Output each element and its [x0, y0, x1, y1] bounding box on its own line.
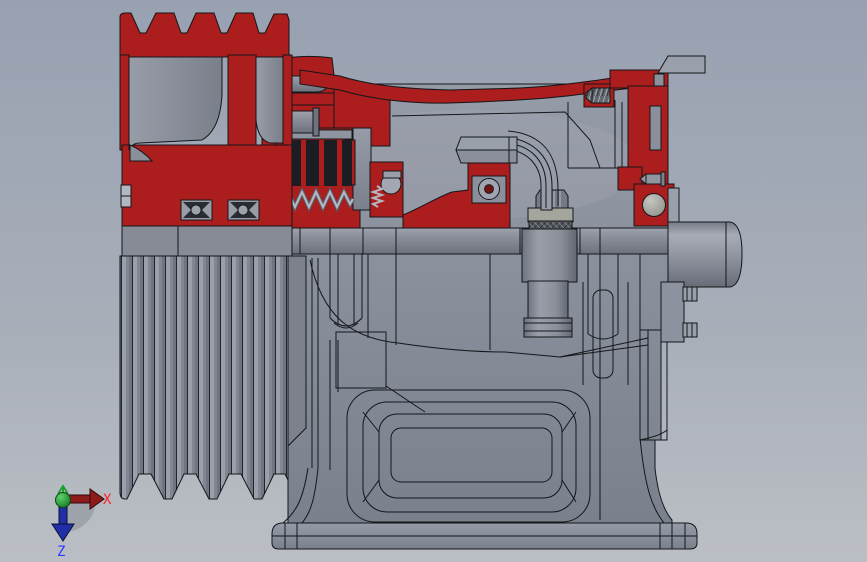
pulley-recess-left [128, 56, 223, 151]
output-shaft-body[interactable] [667, 221, 743, 288]
gear-bottom-flange[interactable] [523, 317, 573, 338]
ball-bearing-left[interactable] [180, 199, 213, 221]
pulley-left-rim[interactable] [119, 54, 130, 151]
bracket-pin-flange[interactable] [312, 107, 320, 137]
gear-cylinder-lower[interactable] [527, 280, 569, 320]
retainer-flange[interactable] [660, 281, 685, 343]
cad-viewport[interactable]: X Z [0, 0, 867, 562]
set-screw[interactable] [585, 86, 611, 105]
shaft-body[interactable] [289, 227, 673, 255]
fork-block-upper[interactable] [455, 136, 518, 151]
triad-x-label[interactable]: X [103, 492, 112, 508]
pulley-web-stem[interactable] [227, 54, 257, 152]
boss-notch [653, 73, 665, 87]
triad-origin[interactable] [55, 492, 71, 508]
triad-z-label[interactable]: Z [57, 544, 65, 560]
pulley-right-rim[interactable] [282, 54, 293, 154]
release-pin-cap[interactable] [382, 170, 402, 179]
main-shaft[interactable] [289, 227, 673, 255]
fork-block-lower[interactable] [455, 149, 518, 164]
section-view-canvas[interactable]: X Z [0, 0, 867, 562]
bracket-pin-lower[interactable] [288, 110, 314, 134]
pulley-back-flange[interactable] [287, 255, 307, 448]
bearing-plate[interactable] [667, 187, 680, 227]
bearing-ball[interactable] [642, 193, 666, 217]
v-belt-pulley[interactable] [119, 12, 307, 500]
cover-strip [649, 105, 662, 151]
gear-cylinder-upper[interactable] [521, 228, 578, 283]
fork-pin-core[interactable] [484, 184, 494, 194]
pulley-recess-right [255, 56, 284, 144]
clutch-window [352, 127, 372, 211]
flange-hex-bolt[interactable] [682, 286, 698, 302]
pulley-groove-face[interactable] [119, 255, 289, 500]
flange-hex-bolt[interactable] [682, 322, 698, 338]
ball-bearing-right[interactable] [227, 199, 260, 221]
pulley-hub-face[interactable] [121, 225, 293, 257]
